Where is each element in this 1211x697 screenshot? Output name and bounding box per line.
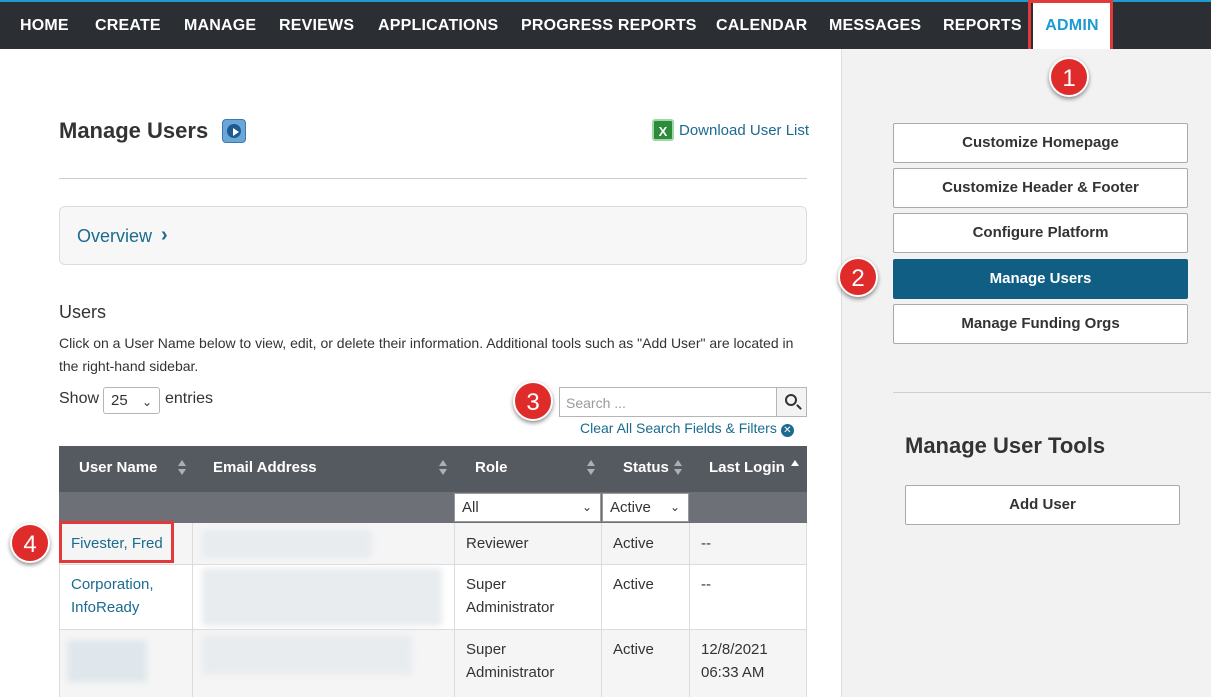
redacted-email — [202, 568, 442, 626]
sort-icon[interactable] — [178, 460, 186, 478]
column-divider — [454, 523, 455, 697]
nav-create[interactable]: CREATE — [95, 2, 161, 49]
add-user-button[interactable]: Add User — [905, 485, 1180, 525]
table-filter-row: All ⌄ Active ⌄ — [59, 492, 807, 523]
excel-icon: X — [652, 119, 674, 141]
search-button[interactable] — [776, 387, 807, 417]
col-last-login[interactable]: Last Login — [709, 446, 785, 492]
users-heading: Users — [59, 302, 107, 322]
column-divider — [192, 523, 193, 697]
manage-users-button[interactable]: Manage Users — [893, 259, 1188, 299]
role-filter-select[interactable]: All ⌄ — [454, 493, 601, 522]
col-email-address[interactable]: Email Address — [213, 446, 317, 492]
role-filter-value: All — [462, 499, 479, 516]
manage-user-tools-heading: Manage User Tools — [905, 433, 1106, 458]
play-video-icon[interactable] — [222, 119, 246, 143]
role-line-2: Administrator — [466, 664, 555, 681]
role-cell: Super Administrator — [466, 573, 554, 619]
status-filter-value: Active — [610, 499, 651, 516]
entries-per-page-select[interactable]: 25 ⌄ — [103, 387, 160, 414]
chevron-right-icon: › — [161, 224, 168, 246]
status-cell: Active — [613, 535, 654, 552]
last-login-cell: -- — [701, 535, 711, 552]
table-header: User Name Email Address Role Status Last… — [59, 446, 807, 492]
nav-messages[interactable]: MESSAGES — [829, 2, 921, 49]
entries-label: entries — [165, 390, 214, 407]
redacted-email — [202, 635, 412, 675]
col-status[interactable]: Status — [623, 446, 669, 492]
chevron-down-icon: ⌄ — [141, 395, 152, 409]
role-cell: Reviewer — [466, 535, 529, 552]
sidebar-divider — [893, 392, 1211, 393]
column-divider — [689, 523, 690, 697]
nav-reviews[interactable]: REVIEWS — [279, 2, 354, 49]
nav-progress-reports[interactable]: PROGRESS REPORTS — [521, 2, 697, 49]
nav-reports[interactable]: REPORTS — [943, 2, 1022, 49]
user-name-line-2: InfoReady — [71, 599, 140, 616]
role-line-2: Administrator — [466, 599, 555, 616]
search-input[interactable]: Search ... — [559, 387, 776, 417]
nav-home[interactable]: HOME — [20, 2, 69, 49]
role-line-1: Super — [466, 576, 507, 593]
sort-icon[interactable] — [587, 460, 595, 478]
users-description: Click on a User Name below to view, edit… — [59, 335, 794, 374]
callout-badge-1: 1 — [1049, 57, 1089, 97]
clear-filters-link[interactable]: Clear All Search Fields & Filters ✕ — [580, 420, 794, 437]
nav-calendar[interactable]: CALENDAR — [716, 2, 807, 49]
clear-filters-label: Clear All Search Fields & Filters — [580, 420, 777, 436]
table-row: Super Administrator Active 12/8/2021 06:33… — [59, 630, 807, 697]
entries-value: 25 — [111, 392, 128, 409]
status-filter-select[interactable]: Active ⌄ — [602, 493, 689, 522]
admin-highlight-box — [1028, 0, 1113, 52]
close-circle-icon: ✕ — [780, 424, 794, 437]
role-line-1: Super — [466, 641, 507, 658]
sort-icon[interactable] — [674, 460, 682, 478]
col-user-name[interactable]: User Name — [79, 446, 157, 492]
callout-badge-4: 4 — [10, 523, 50, 563]
overview-panel[interactable]: Overview › — [59, 206, 807, 265]
customize-homepage-button[interactable]: Customize Homepage — [893, 123, 1188, 163]
user-name-link[interactable]: Corporation, InfoReady — [71, 573, 154, 619]
search-icon — [785, 394, 797, 406]
callout-badge-3: 3 — [513, 381, 553, 421]
configure-platform-button[interactable]: Configure Platform — [893, 213, 1188, 253]
column-divider — [601, 523, 602, 697]
callout-badge-2: 2 — [838, 257, 878, 297]
status-cell: Active — [613, 576, 654, 593]
show-label: Show — [59, 390, 100, 407]
nav-manage[interactable]: MANAGE — [184, 2, 256, 49]
col-role[interactable]: Role — [475, 446, 508, 492]
last-login-cell: 12/8/2021 06:33 AM — [701, 638, 768, 684]
download-label: Download User List — [679, 121, 810, 139]
manage-funding-orgs-button[interactable]: Manage Funding Orgs — [893, 304, 1188, 344]
last-login-cell: -- — [701, 576, 711, 593]
redacted-user-name — [67, 640, 147, 682]
sort-asc-icon[interactable] — [791, 460, 799, 478]
divider — [59, 178, 807, 179]
download-user-list-link[interactable]: X Download User List — [652, 119, 809, 141]
sort-icon[interactable] — [439, 460, 447, 478]
customize-header-footer-button[interactable]: Customize Header & Footer — [893, 168, 1188, 208]
chevron-down-icon: ⌄ — [581, 500, 592, 514]
nav-applications[interactable]: APPLICATIONS — [378, 2, 498, 49]
page-title: Manage Users — [59, 118, 209, 143]
overview-link[interactable]: Overview — [77, 226, 152, 247]
redacted-email — [202, 530, 372, 558]
user-name-line-1: Corporation, — [71, 576, 154, 593]
chevron-down-icon: ⌄ — [669, 500, 680, 514]
column-divider — [806, 523, 807, 697]
status-cell: Active — [613, 641, 654, 658]
user-name-highlight-box — [59, 521, 174, 563]
last-login-line-1: 12/8/2021 — [701, 641, 768, 658]
role-cell: Super Administrator — [466, 638, 554, 684]
last-login-line-2: 06:33 AM — [701, 664, 765, 681]
